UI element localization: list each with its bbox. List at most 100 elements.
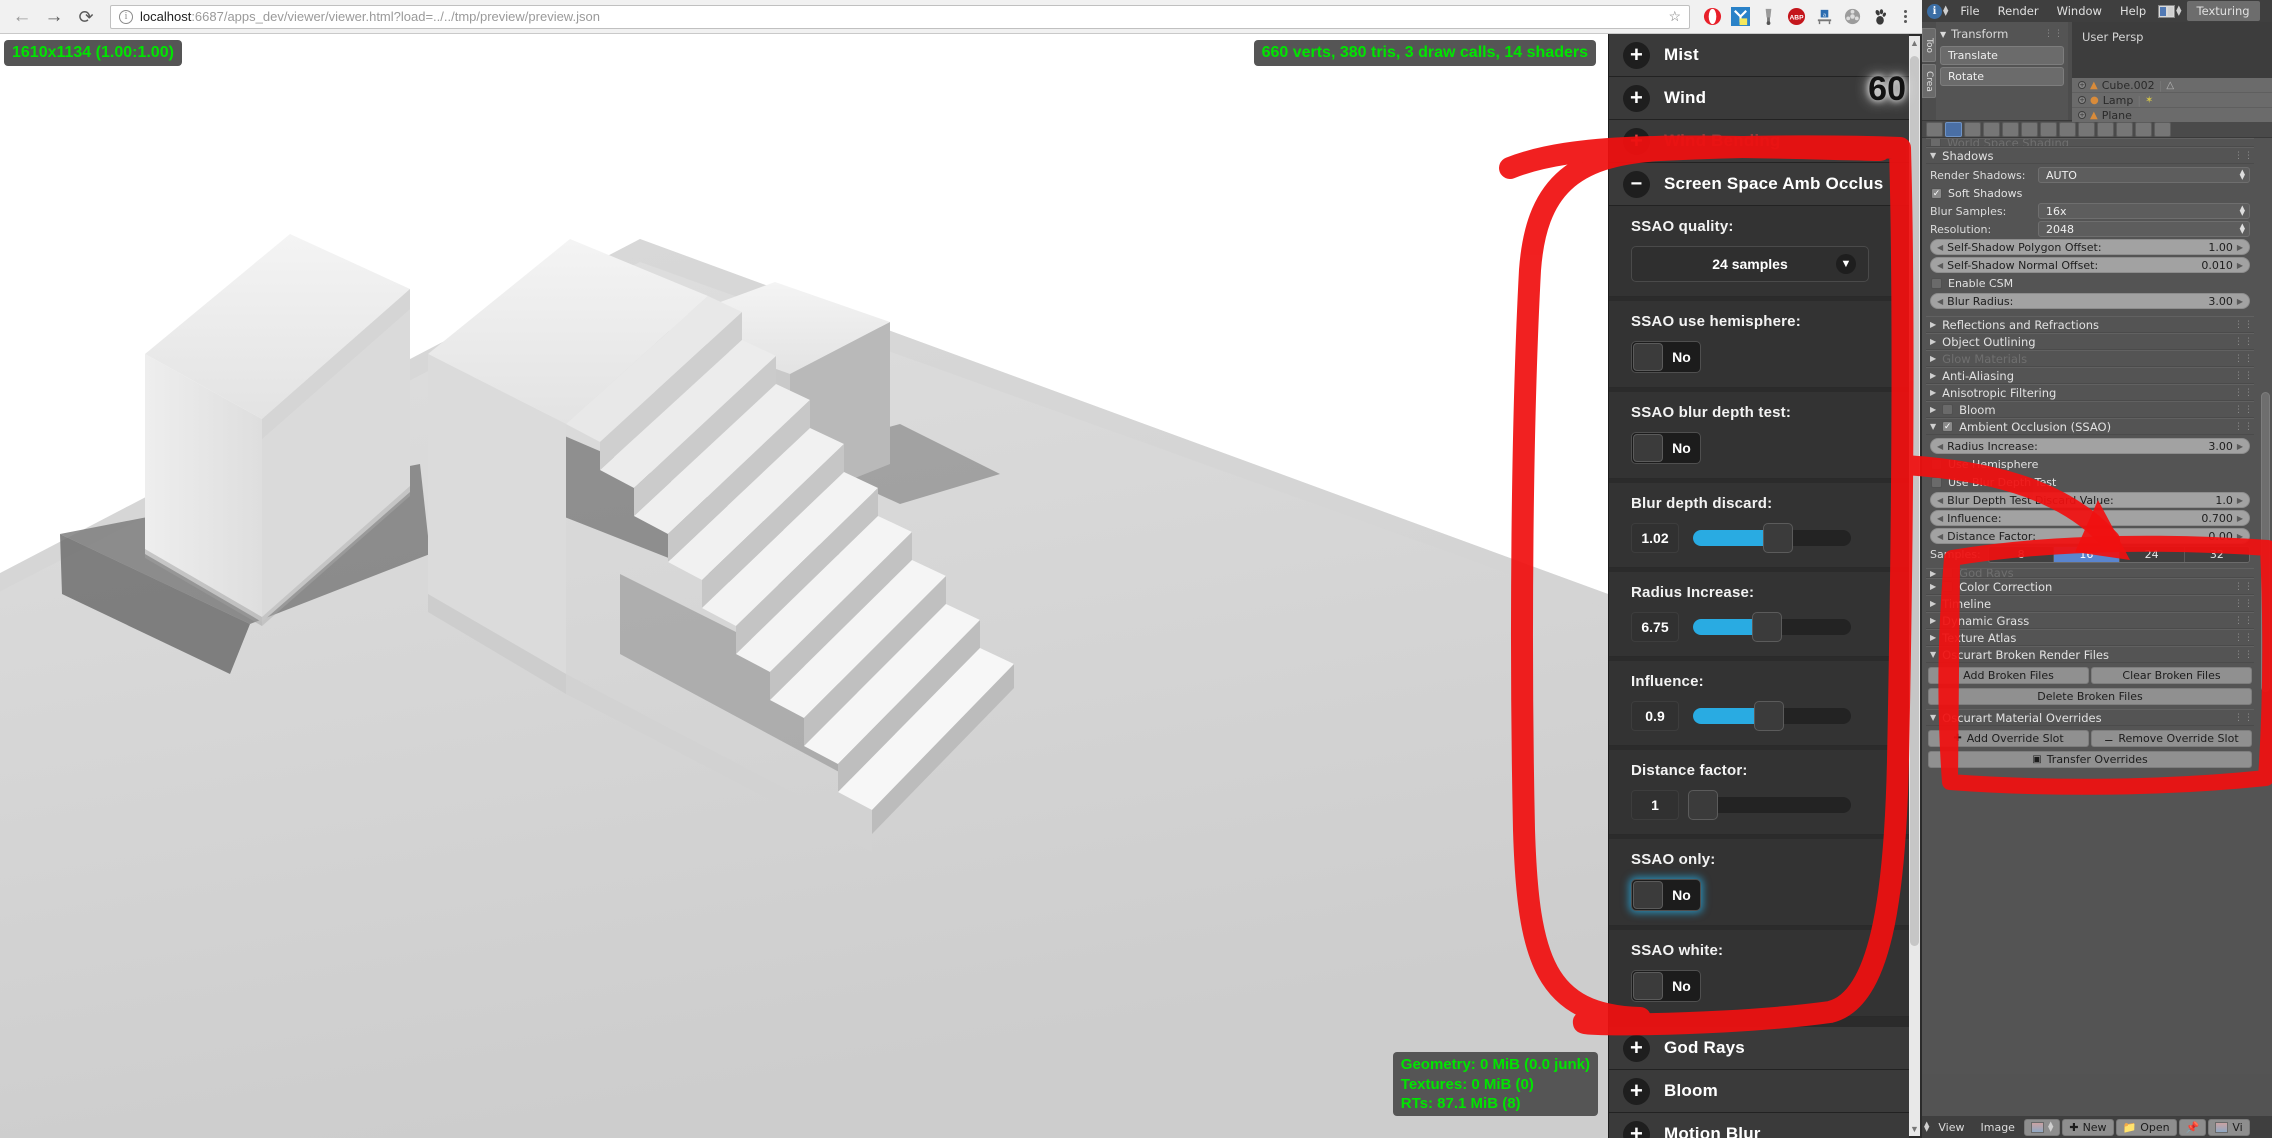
arrow-left-icon[interactable]: ◀ xyxy=(1937,297,1943,306)
field-ssao-radius-increase[interactable]: ◀ Radius Increase: 3.00 ▶ xyxy=(1930,438,2250,454)
grip-dots-icon[interactable]: ⋮⋮ xyxy=(2234,616,2254,626)
tab-material-icon[interactable] xyxy=(2097,121,2114,137)
samples-option-24[interactable]: 24 xyxy=(2119,547,2185,562)
blur-depth-discard-slider[interactable] xyxy=(1693,523,1851,553)
samples-option-16[interactable]: 16 xyxy=(2054,547,2120,562)
tab-constraints-icon[interactable] xyxy=(2040,121,2057,137)
proxy-icon[interactable] xyxy=(1726,3,1754,31)
arrow-left-icon[interactable]: ◀ xyxy=(1937,442,1943,451)
section-shadows[interactable]: ▼ Shadows ⋮⋮ xyxy=(1926,147,2254,164)
checkbox-icon[interactable] xyxy=(1942,581,1954,592)
toolshelf-tab-create[interactable]: Crea xyxy=(1922,64,1936,98)
arrow-right-icon[interactable]: ▶ xyxy=(2237,442,2243,451)
scrollbar-thumb[interactable] xyxy=(1910,56,1919,946)
menu-help[interactable]: Help xyxy=(2111,0,2155,22)
blur-samples-dropdown[interactable]: 16x ▲ ▼ xyxy=(2038,203,2250,219)
field-blur-radius[interactable]: ◀ Blur Radius: 3.00 ▶ xyxy=(1930,293,2250,309)
section-anisotropic-filtering[interactable]: ▶ Anisotropic Filtering ⋮⋮ xyxy=(1926,384,2254,401)
back-arrow-icon[interactable]: ← xyxy=(6,3,38,31)
tab-render-icon[interactable] xyxy=(1945,121,1962,137)
kebab-menu-icon[interactable] xyxy=(1894,10,1916,23)
checkbox-icon[interactable]: ✓ xyxy=(1942,421,1954,432)
image-datablock-selector[interactable]: ▲ ▼ xyxy=(2023,1118,2061,1136)
screen-name[interactable]: Texturing xyxy=(2186,1,2260,21)
grip-dots-icon[interactable]: ⋮⋮ xyxy=(2234,599,2254,609)
section-object-outlining[interactable]: ▶ Object Outlining ⋮⋮ xyxy=(1926,333,2254,350)
open-image-button[interactable]: 📁 Open xyxy=(2115,1118,2177,1136)
section-glow-materials[interactable]: ▶ Glow Materials ⋮⋮ xyxy=(1926,350,2254,367)
arrow-left-icon[interactable]: ◀ xyxy=(1937,243,1943,252)
section-dynamic-grass[interactable]: ▶ Dynamic Grass ⋮⋮ xyxy=(1926,612,2254,629)
tool-rotate-button[interactable]: Rotate xyxy=(1940,67,2064,86)
section-timeline[interactable]: ▶ Timeline ⋮⋮ xyxy=(1926,595,2254,612)
viewer-panel-scrollbar[interactable]: ▲ ▼ xyxy=(1909,36,1920,1136)
outliner-row[interactable]: + ● Lamp | ✶ xyxy=(2072,93,2272,108)
blender-info-icon[interactable]: i ▲ ▼ xyxy=(1924,2,1951,20)
tab-data-icon[interactable] xyxy=(2078,121,2095,137)
editor-type-icon[interactable]: ▲ ▼ xyxy=(1924,1121,1929,1133)
ssao-blur-depth-test-toggle[interactable]: No xyxy=(1631,432,1701,464)
remove-override-slot-button[interactable]: ⚊ Remove Override Slot xyxy=(2091,730,2252,747)
section-texture-atlas[interactable]: ▶ Texture Atlas ⋮⋮ xyxy=(1926,629,2254,646)
reload-icon[interactable]: ⟳ xyxy=(70,3,102,31)
samples-option-8[interactable]: 8 xyxy=(1989,547,2055,562)
radius-increase-slider[interactable] xyxy=(1693,612,1851,642)
section-reflections-and-refractions[interactable]: ▶ Reflections and Refractions ⋮⋮ xyxy=(1926,316,2254,333)
section-anti-aliasing[interactable]: ▶ Anti-Aliasing ⋮⋮ xyxy=(1926,367,2254,384)
section-bloom[interactable]: ▶ Bloom ⋮⋮ xyxy=(1926,401,2254,418)
forward-arrow-icon[interactable]: → xyxy=(38,3,70,31)
section-wind[interactable]: + Wind xyxy=(1609,77,1909,120)
arrow-right-icon[interactable]: ▶ xyxy=(2237,532,2243,541)
page-info-icon[interactable]: i xyxy=(119,9,133,24)
section-motion-blur[interactable]: + Motion Blur xyxy=(1609,1113,1909,1138)
clear-broken-files-button[interactable]: Clear Broken Files xyxy=(2091,667,2252,684)
cookie-icon[interactable] xyxy=(1754,3,1782,31)
tab-world-icon[interactable] xyxy=(2002,121,2019,137)
slider-value[interactable]: 1.02 xyxy=(1631,523,1679,553)
arrow-right-icon[interactable]: ▶ xyxy=(2237,297,2243,306)
arrow-left-icon[interactable]: ◀ xyxy=(1937,514,1943,523)
tab-modifiers-icon[interactable] xyxy=(2059,121,2076,137)
arrow-left-icon[interactable]: ◀ xyxy=(1937,496,1943,505)
transfer-overrides-button[interactable]: ▣ Transfer Overrides xyxy=(1928,751,2252,768)
new-image-button[interactable]: ✚ New xyxy=(2062,1118,2114,1136)
field-self-shadow-polygon-offset[interactable]: ◀ Self-Shadow Polygon Offset: 1.00 ▶ xyxy=(1930,239,2250,255)
opera-icon[interactable] xyxy=(1698,3,1726,31)
tab-texture-icon[interactable] xyxy=(2116,121,2133,137)
checkbox-icon[interactable] xyxy=(1942,569,1954,577)
arrow-right-icon[interactable]: ▶ xyxy=(2237,496,2243,505)
slider-value[interactable]: 0.9 xyxy=(1631,701,1679,731)
grip-dots-icon[interactable]: ⋮⋮ xyxy=(2234,582,2254,592)
view-mode-selector[interactable]: Vi xyxy=(2208,1118,2250,1136)
samples-option-32[interactable]: 32 xyxy=(2184,547,2249,562)
row-use-blur-depth-test[interactable]: Use Blur Depth Test xyxy=(1930,474,2250,490)
section-world-space-shading[interactable]: World Space Shading xyxy=(1926,138,2254,147)
menu-window[interactable]: Window xyxy=(2048,0,2111,22)
scroll-up-arrow-icon[interactable]: ▲ xyxy=(1909,36,1920,50)
checkbox-icon[interactable] xyxy=(1942,404,1954,415)
distance-factor-slider[interactable] xyxy=(1688,790,1851,820)
arrow-right-icon[interactable]: ▶ xyxy=(2237,261,2243,270)
arrow-right-icon[interactable]: ▶ xyxy=(2237,243,2243,252)
tab-particles-icon[interactable] xyxy=(2135,121,2152,137)
outliner-row[interactable]: + ▲ Plane xyxy=(2072,108,2272,122)
delete-broken-files-button[interactable]: Delete Broken Files xyxy=(1928,688,2252,705)
section-oscurart-material-overrides[interactable]: ▼ Oscurart Material Overrides ⋮⋮ xyxy=(1926,709,2254,726)
grip-dots-icon[interactable]: ⋮⋮ xyxy=(2044,29,2064,39)
section-mist[interactable]: + Mist xyxy=(1609,34,1909,77)
ssao-quality-select[interactable]: 24 samples ▼ xyxy=(1631,246,1869,282)
field-ssao-distance-factor[interactable]: ◀ Distance Factor: 0.00 ▶ xyxy=(1930,528,2250,544)
arrow-left-icon[interactable]: ◀ xyxy=(1937,532,1943,541)
slider-value[interactable]: 6.75 xyxy=(1631,612,1679,642)
ssao-only-toggle[interactable]: No xyxy=(1631,879,1701,911)
menu-file[interactable]: File xyxy=(1951,0,1988,22)
slider-value[interactable]: 1 xyxy=(1631,790,1679,820)
grip-dots-icon[interactable]: ⋮⋮ xyxy=(2234,422,2254,432)
section-bloom[interactable]: + Bloom xyxy=(1609,1070,1909,1113)
tab-physics-icon[interactable] xyxy=(2154,121,2171,137)
section-screen-space-amb-occlus[interactable]: − Screen Space Amb Occlus xyxy=(1609,163,1909,206)
footer-menu-image[interactable]: Image xyxy=(1974,1121,2022,1134)
film-icon[interactable] xyxy=(1838,3,1866,31)
grip-dots-icon[interactable]: ⋮⋮ xyxy=(2234,713,2254,723)
slider-handle[interactable] xyxy=(1688,790,1718,820)
